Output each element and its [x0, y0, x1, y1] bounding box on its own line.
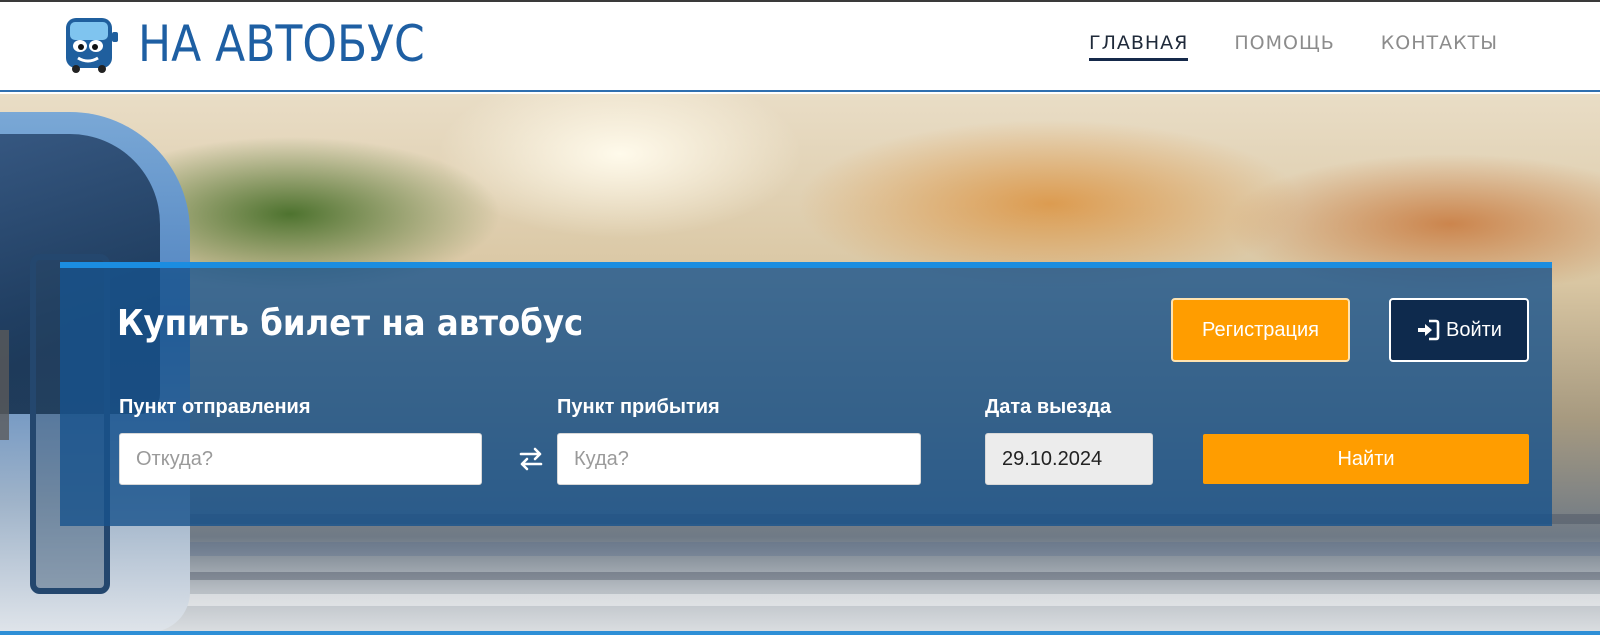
logo[interactable]: НА АВТОБУС — [60, 14, 464, 74]
side-tab[interactable] — [0, 330, 9, 440]
search-panel: Купить билет на автобус Регистрация Войт… — [60, 262, 1552, 526]
nav-item-help[interactable]: ПОМОЩЬ — [1234, 32, 1334, 61]
motion-streak — [0, 572, 1600, 580]
nav-item-contacts[interactable]: КОНТАКТЫ — [1381, 32, 1498, 61]
logo-text: НА АВТОБУС — [138, 15, 425, 73]
bottom-accent-line — [0, 631, 1600, 635]
swap-arrows-icon[interactable] — [516, 444, 546, 474]
panel-title: Купить билет на автобус — [117, 303, 584, 344]
login-button-label: Войти — [1446, 318, 1502, 341]
register-button[interactable]: Регистрация — [1171, 298, 1350, 362]
departure-label: Пункт отправления — [119, 396, 311, 418]
date-label: Дата выезда — [985, 396, 1112, 418]
search-button[interactable]: Найти — [1203, 434, 1529, 484]
departure-input[interactable] — [119, 433, 482, 485]
date-input[interactable] — [985, 433, 1153, 485]
bus-mascot-icon — [66, 18, 118, 73]
nav-item-home[interactable]: ГЛАВНАЯ — [1088, 32, 1189, 61]
motion-streak — [0, 542, 1600, 556]
arrival-input[interactable] — [557, 433, 921, 485]
arrival-label: Пункт прибытия — [557, 396, 720, 418]
site-header: НА АВТОБУС ГЛАВНАЯ ПОМОЩЬ КОНТАКТЫ — [0, 2, 1600, 92]
motion-streak — [0, 594, 1600, 606]
login-button[interactable]: Войти — [1389, 298, 1529, 362]
sign-in-icon — [1418, 319, 1440, 341]
main-nav: ГЛАВНАЯ ПОМОЩЬ КОНТАКТЫ — [1088, 32, 1498, 61]
